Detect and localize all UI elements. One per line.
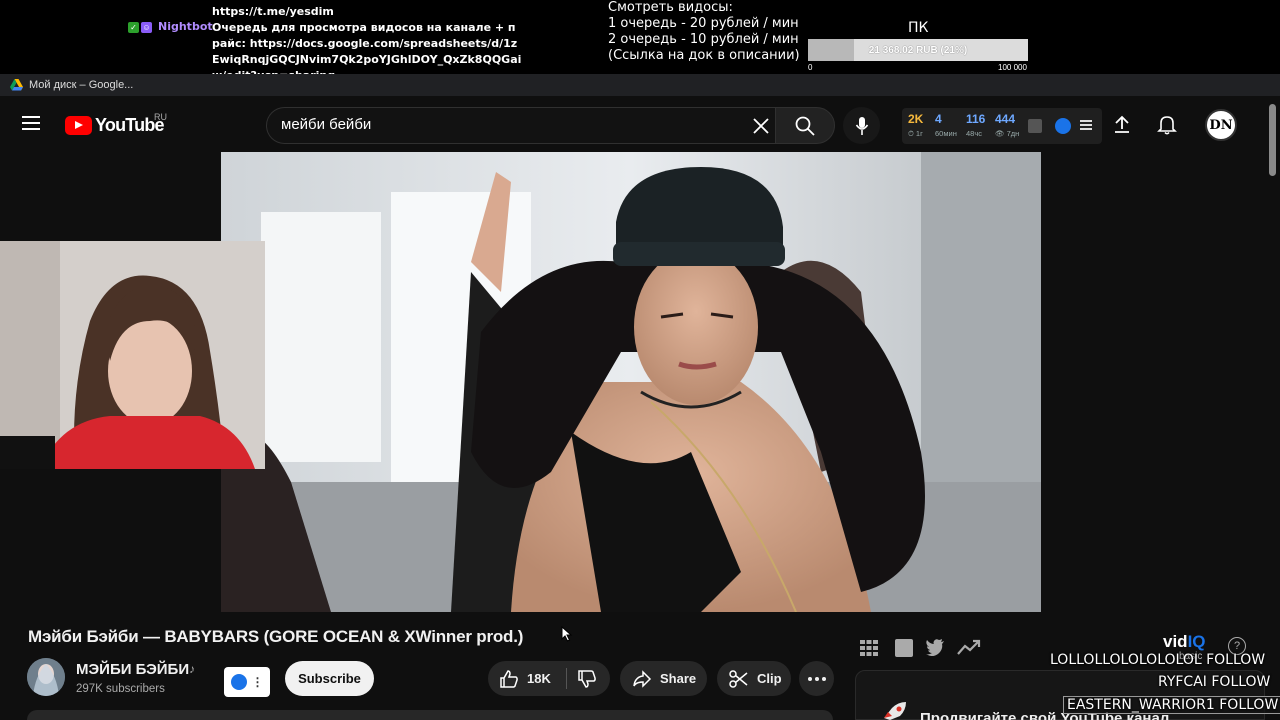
- queue-info-line: Смотреть видосы:: [608, 0, 733, 15]
- queue-info-line: (Ссылка на док в описании): [608, 48, 800, 63]
- bookmarks-bar: Мой диск – Google...: [0, 74, 1280, 96]
- chat-previous-message: https://t.me/yesdim: [212, 5, 334, 18]
- vidiq-stat-value: 4: [935, 112, 942, 126]
- queue-info: Смотреть видосы: 1 очередь - 20 рублей /…: [608, 0, 800, 64]
- thumbs-up-icon: [500, 669, 518, 688]
- music-note-icon: ♪: [189, 662, 195, 676]
- scrollbar[interactable]: [1265, 96, 1280, 720]
- search-icon: [795, 116, 815, 136]
- chat-badges: ✓ ☺: [128, 22, 152, 33]
- vidiq-brand-logo: vidIQ: [1163, 632, 1206, 652]
- scrollbar-thumb[interactable]: [1269, 104, 1276, 176]
- chat-username: Nightbot: [158, 20, 213, 33]
- hamburger-menu-icon[interactable]: [22, 116, 40, 130]
- share-icon: [633, 669, 652, 688]
- channel-name[interactable]: МЭЙБИ БЭЙБИ: [76, 661, 189, 678]
- divider: [566, 668, 567, 689]
- search-button[interactable]: [775, 107, 835, 144]
- trending-icon[interactable]: [957, 638, 981, 656]
- like-count: 18K: [527, 671, 551, 686]
- vidiq-stat-value: 2K: [908, 112, 924, 126]
- close-icon[interactable]: [751, 116, 771, 136]
- vidiq-chart-icon[interactable]: [1028, 119, 1042, 133]
- subscribe-button[interactable]: Subscribe: [285, 661, 374, 696]
- google-drive-icon: [10, 79, 23, 91]
- thumbs-down-icon[interactable]: [576, 669, 598, 689]
- youtube-header: YouTube RU 2K ⏱ 1г 4 60мин 116 48чс 444 …: [0, 96, 1265, 152]
- upload-icon[interactable]: [1111, 113, 1133, 135]
- vidiq-brand-text: vidIQ: [1163, 632, 1206, 651]
- bookmark-item[interactable]: Мой диск – Google...: [29, 79, 133, 91]
- queue-info-line: 2 очередь - 10 рублей / мин: [608, 32, 799, 47]
- donation-goal-max: 100 000: [998, 63, 1027, 72]
- account-avatar[interactable]: DN: [1205, 109, 1237, 141]
- search-box: [266, 107, 786, 144]
- follow-alert: EASTERN_WARRIOR1 FOLLOW: [1063, 696, 1280, 714]
- donation-goal-bar: 21 368.02 RUB (21%): [808, 39, 1028, 61]
- follow-alert: RYFCAI FOLLOW: [1158, 674, 1271, 690]
- search-input[interactable]: [281, 116, 741, 133]
- bot-badge-icon: ☺: [141, 22, 152, 33]
- grid-icon[interactable]: [860, 640, 878, 656]
- clip-label: Clip: [757, 671, 782, 686]
- vidiq-stat-value: 444: [995, 112, 1016, 126]
- moderator-badge-icon: ✓: [128, 22, 139, 33]
- vidiq-stat-value: 116: [966, 112, 986, 126]
- donation-goal-text: 21 368.02 RUB (21%): [868, 44, 968, 56]
- vidiq-channel-button[interactable]: ⋮: [224, 667, 270, 697]
- twitter-icon[interactable]: [925, 638, 945, 656]
- vidiq-stat-label: 👁 7дн: [995, 129, 1020, 138]
- clip-button[interactable]: Clip: [717, 661, 791, 696]
- video-description-box[interactable]: [27, 710, 833, 720]
- share-label: Share: [660, 671, 697, 686]
- region-code: RU: [154, 112, 167, 122]
- microphone-icon: [855, 116, 868, 135]
- video-player[interactable]: [221, 152, 1041, 612]
- like-button[interactable]: 18K: [488, 661, 566, 696]
- vidiq-stats-widget[interactable]: 2K ⏱ 1г 4 60мин 116 48чс 444 👁 7дн: [902, 108, 1102, 144]
- rocket-icon: [884, 702, 906, 720]
- scissors-icon: [729, 669, 748, 688]
- like-dislike-group: 18K: [488, 661, 610, 696]
- youtube-logo[interactable]: YouTube: [65, 115, 165, 136]
- more-vertical-icon: ⋮: [251, 675, 264, 689]
- vidiq-menu-icon[interactable]: [1080, 120, 1092, 130]
- share-button[interactable]: Share: [620, 661, 707, 696]
- streamer-webcam: [0, 241, 265, 469]
- queue-info-line: 1 очередь - 20 рублей / мин: [608, 16, 799, 31]
- vidiq-stat-label: ⏱ 1г: [908, 129, 923, 138]
- vidiq-logo-icon[interactable]: [1055, 118, 1071, 134]
- donation-goal-label: ПК: [908, 20, 929, 36]
- bar-chart-icon[interactable]: [895, 639, 913, 657]
- video-title: Мэйби Бэйби — BABYBARS (GORE OCEAN & XWi…: [28, 627, 524, 646]
- channel-avatar[interactable]: [27, 658, 65, 696]
- more-actions-button[interactable]: [799, 661, 834, 696]
- vidiq-logo-icon: [230, 674, 247, 690]
- notifications-bell-icon[interactable]: [1156, 113, 1178, 135]
- stream-overlay: https://t.me/yesdim ✓ ☺ Nightbot Очередь…: [0, 0, 1280, 82]
- youtube-play-icon: [65, 116, 92, 135]
- vidiq-stat-label: 60мин: [935, 129, 957, 138]
- follow-alert: LOLLOLLOLOLOLOLOL FOLLOW: [1050, 652, 1266, 668]
- voice-search-button[interactable]: [843, 107, 880, 144]
- channel-subscriber-count: 297K subscribers: [76, 683, 165, 695]
- vidiq-stat-label: 48чс: [966, 129, 982, 138]
- donation-goal-min: 0: [808, 63, 813, 72]
- mouse-cursor-icon: [561, 626, 573, 642]
